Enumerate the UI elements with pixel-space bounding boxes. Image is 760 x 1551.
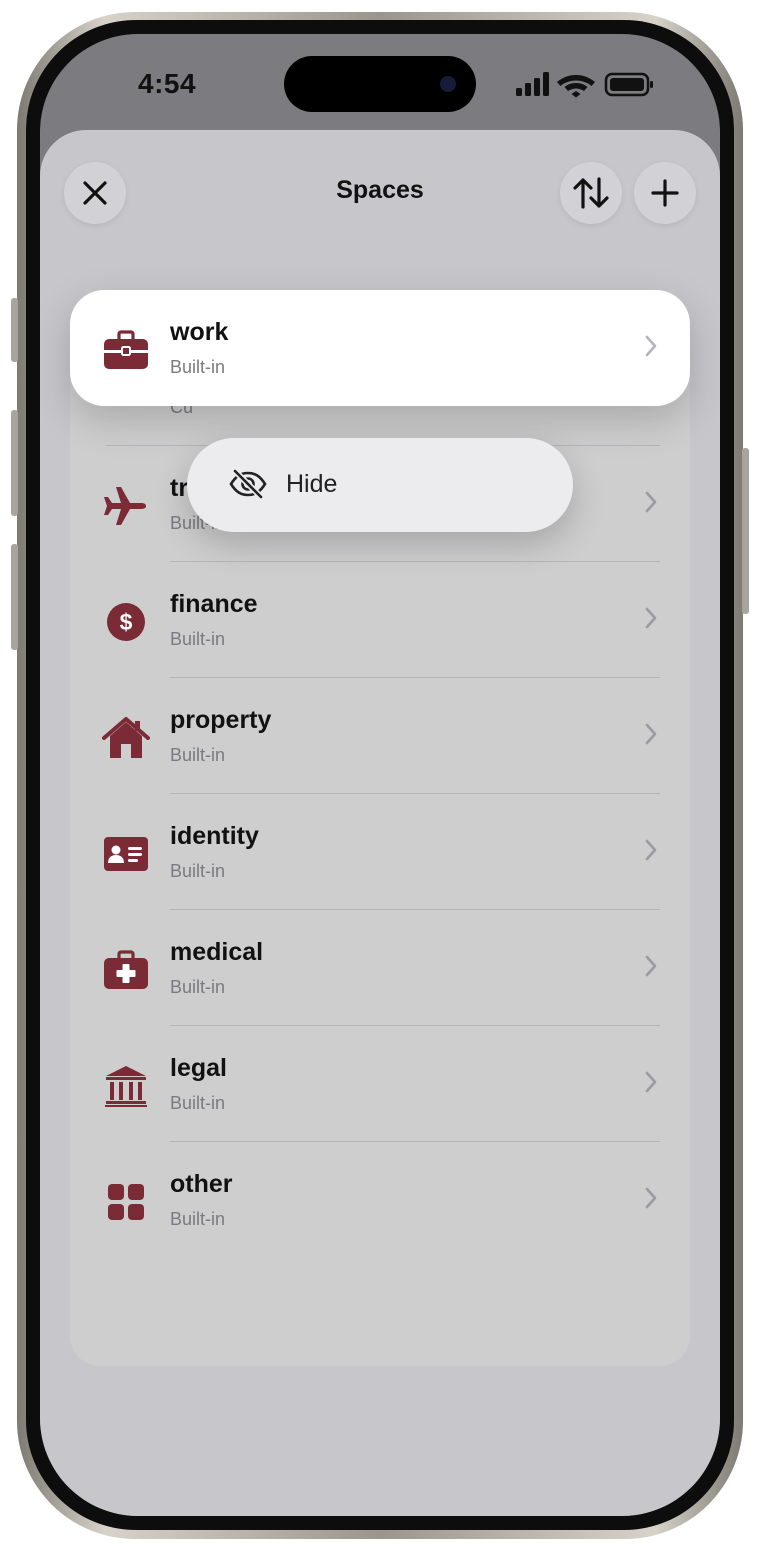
- list-item-title: other: [170, 1170, 233, 1198]
- medical-kit-icon: [102, 946, 150, 994]
- sort-button[interactable]: [560, 162, 622, 224]
- list-item[interactable]: other Built-in: [70, 1142, 690, 1258]
- dollar-icon: $: [102, 598, 150, 646]
- briefcase-icon: [102, 326, 150, 374]
- battery-icon: [604, 72, 653, 97]
- cellular-signal-icon: [516, 72, 549, 96]
- focused-list-item-work[interactable]: work Built-in: [70, 290, 690, 406]
- list-item[interactable]: property Built-in: [70, 678, 690, 794]
- list-item-subtitle: Built-in: [170, 745, 226, 765]
- status-icons: [516, 72, 656, 103]
- list-item-subtitle: Built-in: [170, 1093, 226, 1113]
- chevron-right-icon: [645, 1071, 657, 1093]
- chevron-right-icon: [645, 491, 657, 513]
- airplane-icon: [102, 482, 150, 530]
- list-item-title: identity: [170, 822, 259, 850]
- chevron-right-icon: [645, 335, 657, 357]
- chevron-right-icon: [645, 723, 657, 745]
- id-card-icon: [102, 830, 150, 878]
- chevron-right-icon: [645, 839, 657, 861]
- list-item-title: medical: [170, 938, 264, 966]
- status-time: 4:54: [138, 68, 197, 99]
- action-button: [11, 298, 18, 362]
- power-button: [742, 448, 749, 614]
- grid-icon: [102, 1178, 150, 1226]
- chevron-right-icon: [645, 1187, 657, 1209]
- chevron-right-icon: [645, 955, 657, 977]
- list-item-subtitle: Built-in: [170, 1209, 226, 1229]
- list-item-subtitle: Built-in: [170, 861, 226, 881]
- house-icon: [102, 714, 150, 762]
- screen: 4:54 Spaces Cu Built-in $ finance Built-…: [40, 34, 720, 1516]
- add-space-button[interactable]: [634, 162, 696, 224]
- list-item[interactable]: medical Built-in: [70, 910, 690, 1026]
- wifi-icon: [557, 75, 595, 98]
- context-menu: Hide: [187, 438, 573, 532]
- chevron-right-icon: [645, 607, 657, 629]
- list-item-subtitle: Built-in: [170, 629, 226, 649]
- volume-down-button: [11, 544, 18, 650]
- list-item-subtitle: Built-in: [170, 977, 226, 997]
- hide-menu-item[interactable]: Hide: [187, 438, 573, 532]
- volume-up-button: [11, 410, 18, 516]
- list-item-title: legal: [170, 1054, 227, 1082]
- dynamic-island: [284, 56, 476, 112]
- list-item[interactable]: legal Built-in: [70, 1026, 690, 1142]
- eye-slash-icon: [229, 469, 267, 499]
- bank-icon: [102, 1062, 150, 1110]
- sort-arrows-icon: [573, 177, 609, 209]
- svg-text:$: $: [120, 609, 133, 635]
- list-item-title: work: [170, 318, 229, 346]
- list-item-title: property: [170, 706, 272, 734]
- list-item-subtitle: Built-in: [170, 357, 226, 377]
- list-item[interactable]: identity Built-in: [70, 794, 690, 910]
- status-bar: 4:54: [40, 34, 720, 130]
- hide-menu-label: Hide: [286, 470, 338, 498]
- plus-icon: [651, 179, 679, 207]
- front-camera: [440, 76, 456, 92]
- list-item-title: finance: [170, 590, 258, 618]
- list-item[interactable]: $ finance Built-in: [70, 562, 690, 678]
